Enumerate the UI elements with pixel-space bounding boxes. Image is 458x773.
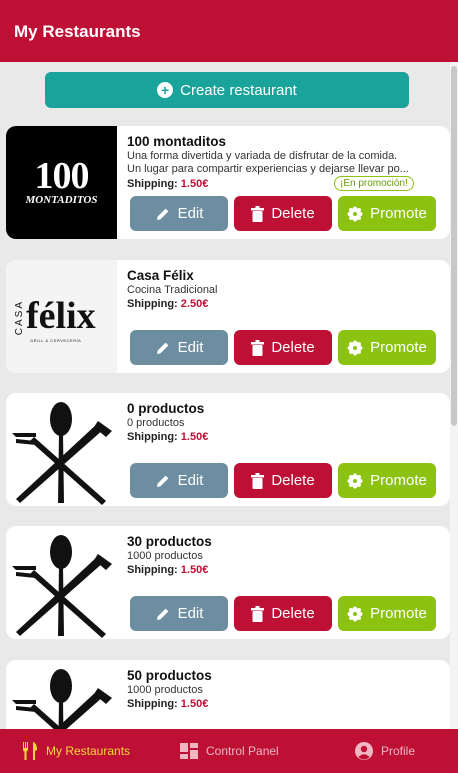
create-restaurant-button[interactable]: + Create restaurant <box>45 72 409 108</box>
logo-text-number: 100 <box>34 155 90 197</box>
restaurant-card[interactable]: 30 productos 1000 productos Shipping: 1.… <box>6 526 450 639</box>
restaurant-description: 1000 productos <box>127 684 203 696</box>
shipping-price: 1.50€ <box>180 564 209 576</box>
pencil-icon <box>156 608 168 620</box>
restaurant-card[interactable]: 50 productos 1000 productos Shipping: 1.… <box>6 660 450 729</box>
restaurant-logo: CASA félix GRILL & CERVECERÍA <box>6 260 117 373</box>
promote-button[interactable]: Promote <box>338 330 436 365</box>
cutlery-placeholder-icon <box>6 393 117 506</box>
cutlery-placeholder-icon <box>6 660 117 729</box>
restaurant-logo: 100 MONTADITOS <box>6 126 117 239</box>
shipping-info: Shipping: 1.50€ <box>127 431 209 443</box>
promotion-badge: ¡En promoción! <box>334 176 414 191</box>
restaurant-name: Casa Félix <box>127 268 194 283</box>
bottom-tab-bar: My Restaurants Control Panel Profile <box>0 729 458 773</box>
restaurant-card[interactable]: 0 productos 0 productos Shipping: 1.50€ … <box>6 393 450 506</box>
restaurant-name: 30 productos <box>127 534 212 549</box>
user-icon <box>355 742 373 760</box>
logo-text-main: félix <box>26 295 96 337</box>
restaurant-name: 100 montaditos <box>127 134 227 149</box>
restaurant-name: 50 productos <box>127 668 212 683</box>
trash-icon <box>251 339 265 356</box>
delete-button[interactable]: Delete <box>234 463 332 498</box>
edit-button[interactable]: Edit <box>130 463 228 498</box>
tab-profile[interactable]: Profile <box>355 729 415 773</box>
restaurant-description: Una forma divertida y variada de disfrut… <box>127 150 409 175</box>
delete-button[interactable]: Delete <box>234 596 332 631</box>
shipping-price: 1.50€ <box>180 431 209 443</box>
shipping-price: 1.50€ <box>180 698 209 710</box>
scrollbar-thumb[interactable] <box>451 66 457 426</box>
logo-text-brand: MONTADITOS <box>25 194 98 206</box>
badge-icon <box>347 473 363 488</box>
pencil-icon <box>156 342 168 354</box>
badge-icon <box>347 340 363 355</box>
restaurant-list[interactable]: + Create restaurant 100 MONTADITOS 100 m… <box>0 62 450 729</box>
shipping-info: Shipping: 1.50€ <box>127 564 209 576</box>
badge-icon <box>347 206 363 221</box>
trash-icon <box>251 205 265 222</box>
delete-button[interactable]: Delete <box>234 330 332 365</box>
shipping-info: Shipping: 1.50€ <box>127 698 209 710</box>
app-header: My Restaurants <box>0 0 458 62</box>
edit-button[interactable]: Edit <box>130 196 228 231</box>
restaurant-card[interactable]: CASA félix GRILL & CERVECERÍA Casa Félix… <box>6 260 450 373</box>
promote-button[interactable]: Promote <box>338 196 436 231</box>
tab-control-panel[interactable]: Control Panel <box>180 729 279 773</box>
promote-button[interactable]: Promote <box>338 596 436 631</box>
create-restaurant-label: Create restaurant <box>180 81 297 99</box>
edit-button[interactable]: Edit <box>130 596 228 631</box>
scrollbar[interactable] <box>450 62 458 729</box>
delete-button[interactable]: Delete <box>234 196 332 231</box>
cutlery-placeholder-icon <box>6 526 117 639</box>
edit-button[interactable]: Edit <box>130 330 228 365</box>
restaurant-description: Cocina Tradicional <box>127 284 218 296</box>
pencil-icon <box>156 475 168 487</box>
badge-icon <box>347 606 363 621</box>
trash-icon <box>251 605 265 622</box>
shipping-price: 2.50€ <box>180 298 209 310</box>
restaurant-description: 1000 productos <box>127 550 203 562</box>
pencil-icon <box>156 208 168 220</box>
shipping-info: Shipping: 2.50€ <box>127 298 209 310</box>
shipping-info: Shipping: 1.50€ <box>127 178 209 190</box>
restaurant-description: 0 productos <box>127 417 185 429</box>
restaurant-card[interactable]: 100 MONTADITOS 100 montaditos Una forma … <box>6 126 450 239</box>
plus-circle-icon: + <box>157 82 174 98</box>
shipping-price: 1.50€ <box>180 178 209 190</box>
tab-my-restaurants[interactable]: My Restaurants <box>22 729 130 773</box>
cutlery-icon <box>23 742 37 760</box>
trash-icon <box>251 472 265 489</box>
restaurant-name: 0 productos <box>127 401 205 416</box>
logo-text-sub: GRILL & CERVECERÍA <box>30 338 82 343</box>
dashboard-icon <box>180 743 198 759</box>
promote-button[interactable]: Promote <box>338 463 436 498</box>
page-title: My Restaurants <box>14 22 141 41</box>
